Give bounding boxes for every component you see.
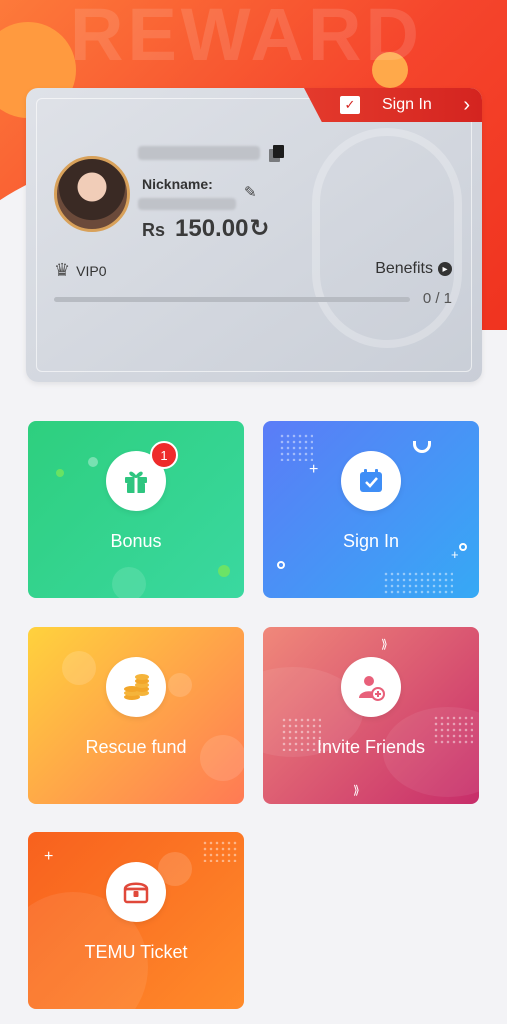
decor-arc <box>413 441 431 453</box>
copy-icon[interactable] <box>269 145 285 163</box>
notification-badge: 1 <box>150 441 178 469</box>
decor-dots <box>433 715 473 745</box>
decor-ring <box>459 543 467 551</box>
avatar[interactable] <box>54 156 130 232</box>
user-id-redacted <box>138 146 260 160</box>
balance-amount: 150.00 <box>175 215 249 242</box>
decor-dot <box>112 567 146 598</box>
decor-plus: + <box>309 461 319 478</box>
nickname-redacted <box>138 198 236 210</box>
decor-dot <box>168 673 192 697</box>
add-user-icon <box>341 657 401 717</box>
decor-dot <box>62 651 96 685</box>
benefits-link[interactable]: Benefits ▸ <box>375 260 452 278</box>
currency-label: Rs <box>142 220 166 240</box>
decor-dots <box>279 433 313 461</box>
arrow-right-icon: ▸ <box>438 262 452 276</box>
coins-icon <box>106 657 166 717</box>
temu-ticket-tile[interactable]: + TEMU Ticket <box>28 832 244 1009</box>
bonus-tile[interactable]: 1 Bonus <box>28 421 244 598</box>
decor-ring <box>277 561 285 569</box>
sign-in-label: Sign In <box>342 531 400 551</box>
profile-card: ✓ Sign In › Nickname: ✎ Rs 150.00 ↻ ♛ VI… <box>26 88 482 382</box>
vip-label: VIP0 <box>76 262 107 279</box>
gift-icon: 1 <box>106 441 178 511</box>
decor-chevrons: ⟫ <box>381 637 388 651</box>
decor-plus: + <box>44 848 54 865</box>
nickname-label: Nickname: <box>142 176 213 192</box>
bonus-label: Bonus <box>110 531 162 551</box>
checkbox-icon: ✓ <box>340 96 360 114</box>
refresh-icon[interactable]: ↻ <box>249 214 269 243</box>
medal-watermark-icon <box>312 128 462 348</box>
invite-friends-tile[interactable]: ⟫ ⟫ Invite Friends <box>263 627 479 804</box>
reward-watermark: REWARD <box>70 0 423 76</box>
sign-in-tab-label: Sign In <box>382 96 432 113</box>
decor-chevrons: ⟫ <box>353 783 360 797</box>
treasure-chest-icon <box>106 862 166 922</box>
decor-dot <box>56 469 64 477</box>
vip-progress-bar <box>54 297 410 302</box>
benefits-label: Benefits <box>375 260 433 277</box>
decor-dots <box>202 840 238 862</box>
chevron-right-icon: › <box>463 94 470 116</box>
sign-in-tile[interactable]: + + Sign In <box>263 421 479 598</box>
rescue-fund-tile[interactable]: Rescue fund <box>28 627 244 804</box>
decor-dot <box>218 565 230 577</box>
decor-dots <box>383 571 453 595</box>
decor-dots <box>281 717 321 751</box>
sign-in-tab[interactable]: ✓ Sign In › <box>304 88 482 122</box>
balance: Rs 150.00 ↻ <box>142 214 270 243</box>
vip-progress-text: 0 / 1 <box>422 290 452 307</box>
decor-dot <box>88 457 98 467</box>
edit-pencil-icon[interactable]: ✎ <box>244 183 257 201</box>
crown-icon: ♛ <box>54 260 71 280</box>
vip-level: ♛ VIP0 <box>54 260 107 281</box>
decor-dot <box>200 735 244 781</box>
decor-plus: + <box>451 547 459 562</box>
calendar-check-icon <box>341 451 401 511</box>
rescue-fund-label: Rescue fund <box>85 737 187 757</box>
